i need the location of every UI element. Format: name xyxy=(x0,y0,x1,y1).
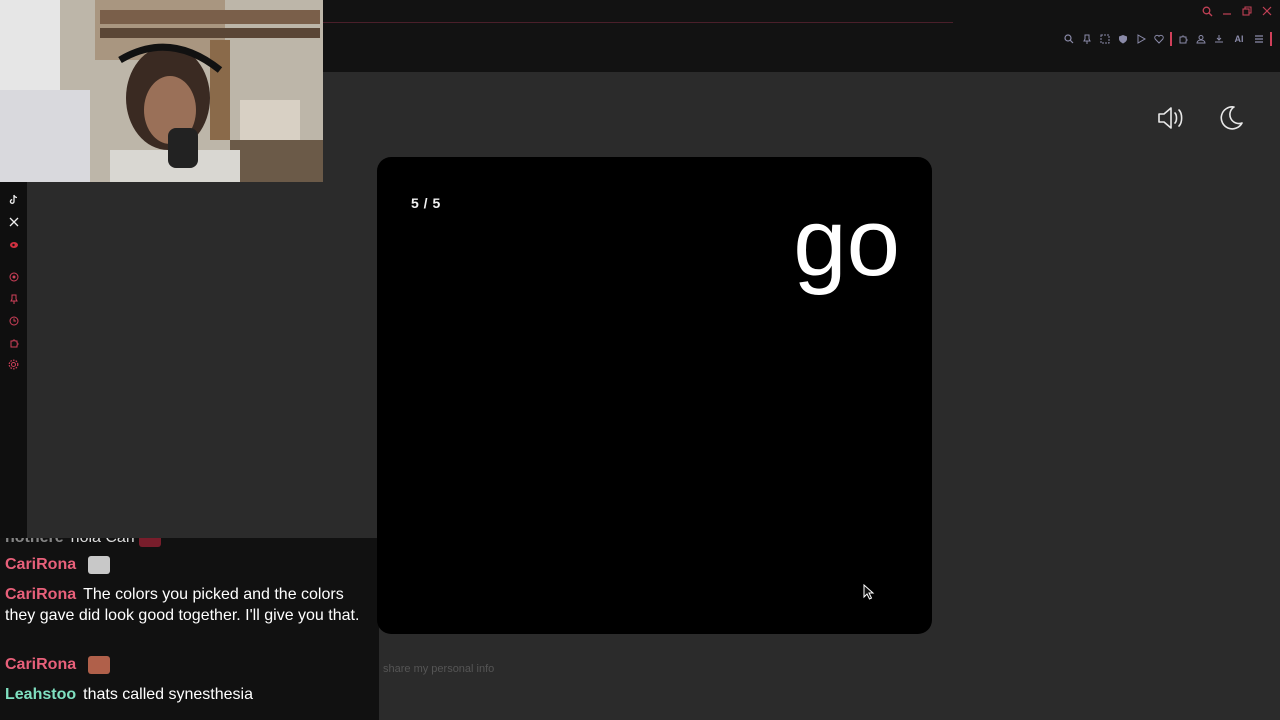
theme-toggle-button[interactable] xyxy=(1214,101,1248,135)
chat-username: Leahstoo xyxy=(5,686,77,703)
mouse-cursor-icon xyxy=(863,584,875,600)
speaker-icon xyxy=(1158,107,1183,129)
clock-icon[interactable] xyxy=(7,314,20,327)
chat-text: hola Cari xyxy=(71,538,135,546)
toolbar-separator xyxy=(1170,32,1172,46)
heart-icon[interactable] xyxy=(1152,32,1166,46)
chat-message: Leahstoo thats called synesthesia xyxy=(5,684,375,705)
chat-message: CariRona xyxy=(5,654,375,675)
face-emote-icon xyxy=(87,655,110,674)
pin-icon[interactable] xyxy=(1080,32,1094,46)
tab-accent-line xyxy=(323,22,953,23)
target-icon[interactable] xyxy=(7,270,20,283)
window-controls xyxy=(1200,4,1274,18)
word-card[interactable]: 5 / 5 go xyxy=(377,157,932,634)
restore-icon[interactable] xyxy=(1240,4,1254,18)
heart-emote-icon xyxy=(139,538,162,547)
chat-username: CariRona xyxy=(5,586,77,603)
toolbar-edge-marker xyxy=(1270,32,1272,46)
progress-counter: 5 / 5 xyxy=(411,195,441,211)
pin-icon[interactable] xyxy=(7,292,20,305)
extensions-icon[interactable] xyxy=(7,336,20,349)
sound-toggle-button[interactable] xyxy=(1154,101,1188,135)
left-pane-empty xyxy=(27,182,376,538)
ai-icon[interactable]: AI xyxy=(1230,32,1248,46)
x-icon[interactable] xyxy=(7,215,20,228)
chat-username: nothere xyxy=(5,538,64,546)
settings-icon[interactable] xyxy=(7,358,20,371)
webcam-overlay xyxy=(0,0,323,182)
screenshot-icon[interactable] xyxy=(1098,32,1112,46)
chat-message: nothere hola Cari xyxy=(5,538,375,548)
chat-message: CariRona The colors you picked and the co… xyxy=(5,584,375,626)
chat-message: CariRona xyxy=(5,554,375,575)
chat-username: CariRona xyxy=(5,556,77,573)
menu-icon[interactable] xyxy=(1252,32,1266,46)
moon-icon xyxy=(1220,106,1243,130)
chat-username: CariRona xyxy=(5,656,77,673)
tiktok-icon[interactable] xyxy=(7,193,20,206)
profile-icon[interactable] xyxy=(1194,32,1208,46)
play-icon[interactable] xyxy=(1134,32,1148,46)
chat-overlay: nothere hola Cari CariRona CariRonaThe co… xyxy=(0,538,379,720)
footer-privacy-text[interactable]: share my personal info xyxy=(383,663,494,675)
download-icon[interactable] xyxy=(1212,32,1226,46)
shield-icon[interactable] xyxy=(1116,32,1130,46)
chat-text: thats called synesthesia xyxy=(83,686,253,703)
close-icon[interactable] xyxy=(1260,4,1274,18)
toolbar-icons: AI xyxy=(1062,32,1272,46)
extensions-icon[interactable] xyxy=(1176,32,1190,46)
card-word: go xyxy=(793,189,900,296)
zoom-icon[interactable] xyxy=(1062,32,1076,46)
emote-icon xyxy=(87,555,110,574)
search-icon[interactable] xyxy=(1200,4,1214,18)
weibo-icon[interactable] xyxy=(7,237,20,250)
minimize-icon[interactable] xyxy=(1220,4,1234,18)
